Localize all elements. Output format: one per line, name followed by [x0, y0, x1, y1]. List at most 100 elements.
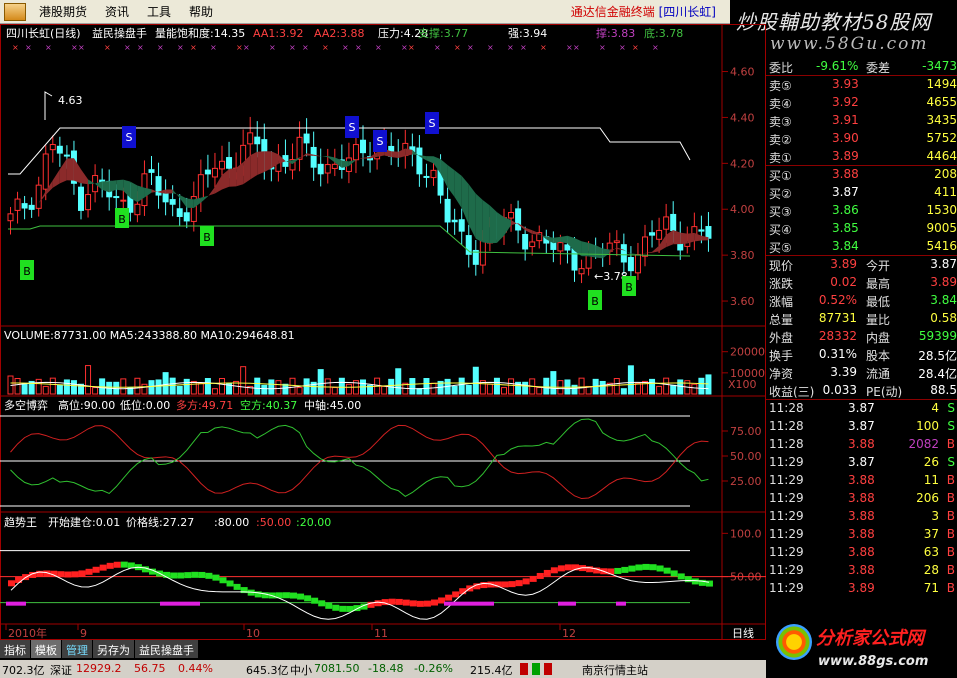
- trend-step: [642, 563, 650, 570]
- main-header-item: 支撑:3.77: [418, 26, 468, 40]
- candle-body: [508, 211, 515, 219]
- tab-yimin[interactable]: 益民操盘手: [135, 640, 199, 658]
- signal-star: ×: [408, 43, 415, 52]
- trend-step: [452, 591, 460, 598]
- volume-bar: [465, 384, 472, 395]
- trend-step: [501, 581, 509, 588]
- volume-bar: [458, 377, 465, 395]
- candle-body: [620, 244, 627, 263]
- trend-step: [325, 602, 333, 609]
- tick-time: 11:29: [769, 545, 804, 559]
- tab-template[interactable]: 模板: [31, 640, 62, 658]
- zx-percent: -0.26%: [414, 662, 453, 675]
- candle-body: [219, 160, 225, 170]
- volume-bar: [472, 366, 479, 395]
- ask-price: 3.93: [832, 77, 859, 91]
- volume-bar: [134, 377, 141, 395]
- volume-bar: [416, 388, 423, 395]
- trend-step: [557, 565, 565, 572]
- game-header-low: 低位:0.00: [120, 398, 170, 412]
- volume-unit-label: X100: [728, 378, 757, 391]
- volume-bar: [282, 383, 289, 395]
- ma-ribbon-segment: [292, 157, 300, 165]
- menu-item-tools[interactable]: 工具: [138, 3, 180, 20]
- stat-row: 总量 87731 量比 0.58: [766, 310, 957, 328]
- flower-logo-icon: [776, 624, 812, 660]
- tick-volume: 206: [916, 491, 939, 505]
- volume-bar: [148, 380, 155, 395]
- ma-ribbon-segment: [320, 156, 328, 158]
- ask-row: 卖④ 3.92 4655: [766, 94, 957, 112]
- ma-ribbon-segment: [236, 162, 244, 187]
- candle-body: [649, 232, 656, 236]
- status-bar: 指标 模板 管理 另存为 益民操盘手 702.3亿 深证 12929.2 56.…: [0, 640, 766, 678]
- tab-indicator[interactable]: 指标: [0, 640, 31, 658]
- signal-star: ×: [25, 43, 32, 52]
- candle-body: [698, 229, 705, 232]
- trend-step: [684, 576, 692, 583]
- signal-star: ×: [599, 43, 606, 52]
- candle-body: [296, 136, 303, 160]
- volume-bar: [63, 379, 70, 395]
- trend-step: [8, 580, 15, 587]
- menu-item-help[interactable]: 帮助: [180, 3, 222, 20]
- tab-save-as[interactable]: 另存为: [93, 640, 135, 658]
- ma-ribbon-segment: [391, 151, 399, 158]
- ask-price: 3.90: [832, 131, 859, 145]
- ma-ribbon-segment: [52, 169, 60, 188]
- bid-volume: 411: [934, 185, 957, 199]
- game-header-high: 高位:90.00: [58, 398, 115, 412]
- high-pointer: [44, 91, 53, 120]
- tick-flag: S: [947, 401, 955, 415]
- signal-star: ×: [619, 43, 626, 52]
- menu-item-hk-futures[interactable]: 港股期货: [30, 3, 96, 20]
- tick-flag: B: [946, 527, 955, 541]
- stat-row: 外盘 28332 内盘 59399: [766, 328, 957, 346]
- chart-area[interactable]: 4.60 4.40 4.20 4.00 3.80 3.60 4.63 ←3.78 B B B B B S S…: [0, 24, 766, 640]
- ma-ribbon-segment: [165, 189, 173, 194]
- signal-star: ×: [236, 43, 243, 52]
- stat-label-2: 流通: [866, 367, 891, 381]
- tab-manage[interactable]: 管理: [62, 640, 93, 658]
- menu-item-news[interactable]: 资讯: [96, 3, 138, 20]
- build-position-bar: [6, 601, 26, 606]
- candle-body: [360, 139, 366, 154]
- signal-star: ×: [467, 43, 474, 52]
- candle-body: [444, 198, 451, 223]
- signal-star: ×: [355, 43, 362, 52]
- tick-flag: B: [946, 491, 955, 505]
- candle-body: [120, 199, 127, 202]
- candle-body: [254, 136, 261, 145]
- stat-value: 3.89: [830, 257, 857, 271]
- period-label: 日线: [732, 626, 754, 640]
- volume-bar: [254, 377, 261, 395]
- app-logo-icon[interactable]: [4, 2, 26, 21]
- candlesticks: [7, 116, 712, 284]
- candle-body: [317, 163, 324, 175]
- chart-canvas[interactable]: 4.604.404.204.003.803.604.63←3.78BBBBBSS…: [0, 24, 766, 640]
- trend-step: [670, 570, 678, 577]
- candle-body: [7, 213, 14, 222]
- ma-ribbon-segment: [398, 148, 406, 158]
- volume-bar: [183, 378, 190, 395]
- tick-flag: B: [946, 473, 955, 487]
- trend-step: [402, 599, 410, 606]
- main-header-item: AA2:3.88: [314, 27, 365, 40]
- candle-body: [656, 229, 663, 240]
- main-header-item: 强:3.94: [508, 27, 547, 40]
- ask-label: 卖②: [769, 133, 792, 147]
- trend-step: [71, 571, 79, 578]
- ma-ribbon-segment: [680, 232, 688, 245]
- ma-ribbon-segment: [652, 245, 660, 253]
- trend-step: [431, 599, 438, 606]
- stat-value-2: 3.84: [930, 293, 957, 307]
- trend-step: [529, 575, 537, 582]
- stat-label-2: 量比: [866, 313, 891, 327]
- ma-ribbon-segment: [102, 181, 110, 193]
- candle-body: [49, 144, 56, 151]
- sh-amount: 702.3亿: [2, 664, 45, 677]
- tick-volume: 37: [923, 527, 939, 541]
- stat-value: 3.39: [830, 365, 857, 379]
- tick-row: 11:29 3.88 37 B: [766, 526, 957, 544]
- ask-price: 3.92: [832, 95, 859, 109]
